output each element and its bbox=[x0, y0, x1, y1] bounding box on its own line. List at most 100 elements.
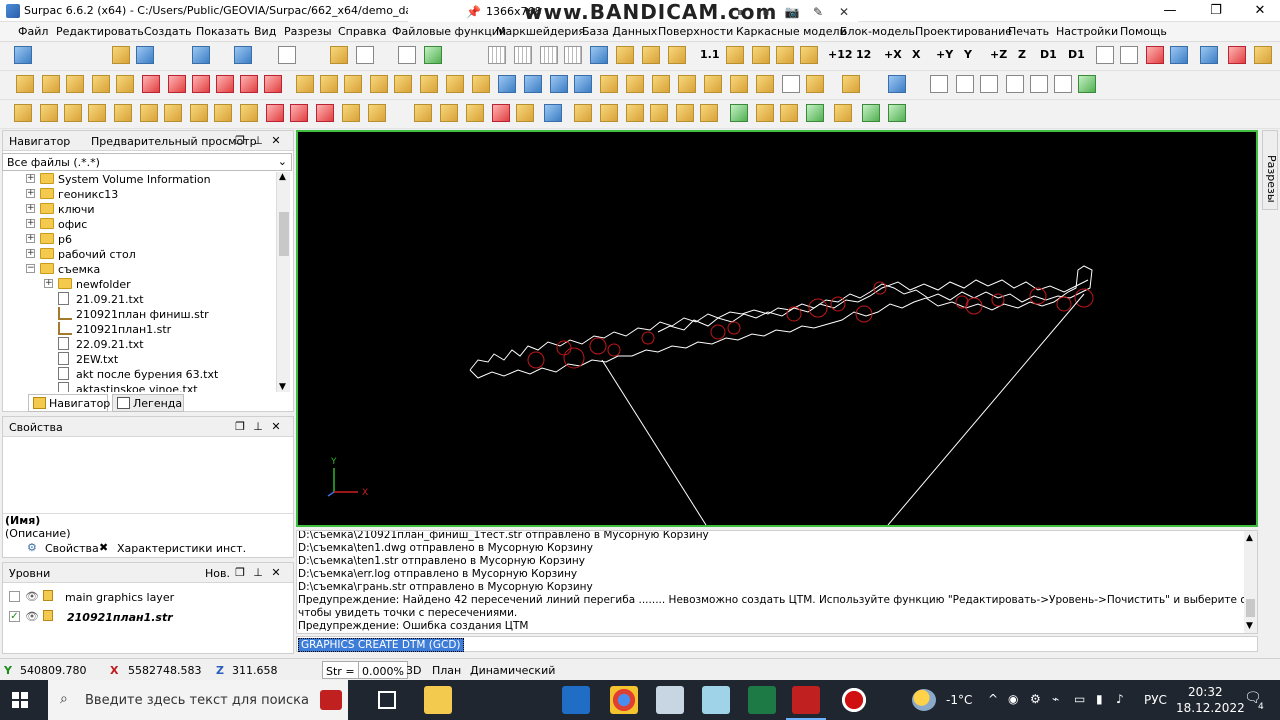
display-icon[interactable] bbox=[590, 46, 608, 64]
table-icon-4[interactable] bbox=[574, 75, 592, 93]
level-checkbox-checked[interactable]: ✓ bbox=[9, 611, 20, 622]
solid-delete-icon-3[interactable] bbox=[316, 104, 334, 122]
tree-item[interactable]: 2EW.txt bbox=[4, 352, 276, 367]
file-filter-select[interactable]: Все файлы (.*.*) ⌄ bbox=[2, 153, 292, 171]
tree-item[interactable]: 21.09.21.txt bbox=[4, 292, 276, 307]
expand-icon[interactable]: + bbox=[26, 174, 35, 183]
point-icon-1[interactable] bbox=[776, 46, 794, 64]
delete-icon-6[interactable] bbox=[264, 75, 282, 93]
graphics-viewport[interactable]: Y X bbox=[296, 130, 1258, 527]
block-tool-icon-8[interactable] bbox=[806, 104, 824, 122]
navigator-title[interactable]: Навигатор bbox=[9, 135, 70, 148]
point-icon-2[interactable] bbox=[800, 46, 818, 64]
circle-point-icon[interactable] bbox=[842, 75, 860, 93]
tray-icon-1[interactable]: ◉ bbox=[1008, 692, 1018, 706]
delete-icon-1[interactable] bbox=[142, 75, 160, 93]
scroll-down-icon[interactable]: ▼ bbox=[279, 382, 286, 392]
segment-icon-5[interactable] bbox=[730, 75, 748, 93]
abc-label-icon-2[interactable] bbox=[446, 75, 464, 93]
volume-icon[interactable]: ♪ bbox=[1116, 692, 1124, 706]
add-segment-icon[interactable] bbox=[806, 75, 824, 93]
solid-tool-icon-16[interactable] bbox=[492, 104, 510, 122]
expand-icon[interactable]: + bbox=[26, 249, 35, 258]
plan-view-toggle[interactable]: План bbox=[432, 661, 461, 679]
solid-tool-icon-9[interactable] bbox=[214, 104, 232, 122]
tray-icon-3[interactable]: ⌁ bbox=[1052, 692, 1059, 706]
menu-solids[interactable]: Каркасные модели bbox=[736, 25, 847, 38]
menu-help-ref[interactable]: Справка bbox=[338, 25, 386, 38]
toolbar-label-za[interactable]: +Z bbox=[990, 48, 1007, 61]
tray-icon-2[interactable]: ⚙ bbox=[1030, 692, 1041, 706]
pen-tool-icon[interactable] bbox=[782, 75, 800, 93]
line-icon-2[interactable] bbox=[1120, 46, 1138, 64]
close-panel-icon[interactable]: ✕ bbox=[269, 420, 283, 433]
line-tool-icon-3[interactable] bbox=[980, 75, 998, 93]
line-tool-icon-6[interactable] bbox=[1054, 75, 1072, 93]
edit-point-icon-4[interactable] bbox=[394, 75, 412, 93]
float-icon[interactable]: ❐ bbox=[233, 420, 247, 433]
table-icon-3[interactable] bbox=[550, 75, 568, 93]
solid-tool-icon-1[interactable] bbox=[14, 104, 32, 122]
recorder-close-icon[interactable]: ✕ bbox=[836, 4, 852, 20]
segment-icon-2[interactable] bbox=[652, 75, 670, 93]
close-panel-icon[interactable]: ✕ bbox=[269, 134, 283, 147]
color-icon[interactable] bbox=[1228, 46, 1246, 64]
tab-properties[interactable]: Свойства bbox=[45, 542, 99, 555]
pin-icon[interactable]: 📌 bbox=[466, 5, 481, 19]
eye-icon[interactable]: 👁 bbox=[25, 590, 39, 603]
chevron-up-icon[interactable]: ^ bbox=[988, 692, 998, 706]
string-icon-1[interactable] bbox=[616, 46, 634, 64]
pin-panel-icon[interactable]: ⊥ bbox=[251, 134, 265, 147]
undo-icon[interactable] bbox=[600, 75, 618, 93]
line-tool-icon-5[interactable] bbox=[1030, 75, 1048, 93]
tab-legend[interactable]: Легенда bbox=[112, 394, 184, 412]
lock-icon[interactable] bbox=[43, 590, 53, 601]
toolbar-label-d1a[interactable]: D1 bbox=[1040, 48, 1057, 61]
expand-icon[interactable]: + bbox=[26, 234, 35, 243]
taskbar-search[interactable]: ⌕ Введите здесь текст для поиска bbox=[48, 680, 348, 720]
add-point-icon[interactable] bbox=[344, 75, 362, 93]
block-tool-icon-4[interactable] bbox=[700, 104, 718, 122]
menu-print[interactable]: Печать bbox=[1008, 25, 1049, 38]
maximize-button[interactable]: ❐ bbox=[1196, 0, 1236, 22]
scroll-down-icon[interactable]: ▼ bbox=[1246, 621, 1253, 631]
grid-icon[interactable] bbox=[488, 46, 506, 64]
delete-icon-2[interactable] bbox=[168, 75, 186, 93]
menu-block-model[interactable]: Блок-модель bbox=[840, 25, 915, 38]
tray-icon-4[interactable]: ▭ bbox=[1074, 692, 1085, 706]
menu-file-functions[interactable]: Файловые функции bbox=[392, 25, 506, 38]
segment-icon-6[interactable] bbox=[756, 75, 774, 93]
preview-tab[interactable]: Предварительный просмотр bbox=[91, 135, 257, 148]
dynamic-mode[interactable]: Динамический bbox=[470, 661, 555, 679]
open-file-icon[interactable] bbox=[14, 46, 32, 64]
menu-sections[interactable]: Разрезы bbox=[284, 25, 332, 38]
line-icon-1[interactable] bbox=[1096, 46, 1114, 64]
solid-tool-icon-11[interactable] bbox=[342, 104, 360, 122]
table-icon-2[interactable] bbox=[524, 75, 542, 93]
edit-string-icon-2[interactable] bbox=[42, 75, 60, 93]
log-scrollbar[interactable]: ▲ ▼ bbox=[1244, 531, 1257, 633]
grid-2-icon[interactable] bbox=[514, 46, 532, 64]
table-icon-1[interactable] bbox=[498, 75, 516, 93]
pencil-icon[interactable] bbox=[278, 46, 296, 64]
scroll-thumb[interactable] bbox=[279, 212, 289, 256]
bandicam-icon[interactable] bbox=[840, 686, 868, 714]
solid-tool-icon-18[interactable] bbox=[574, 104, 592, 122]
line-tool-icon-4[interactable] bbox=[1006, 75, 1024, 93]
pause-icon[interactable]: ⏸ bbox=[732, 4, 748, 20]
toolbar-label-zb[interactable]: Z bbox=[1018, 48, 1026, 61]
tree-item[interactable]: aktastinskoe vinoe.txt bbox=[4, 382, 276, 392]
command-line[interactable]: GRAPHICS CREATE DTM (GCD) bbox=[296, 636, 1258, 652]
block-tool-icon-10[interactable] bbox=[862, 104, 880, 122]
segment-icon-4[interactable] bbox=[704, 75, 722, 93]
block-tool-icon-11[interactable] bbox=[888, 104, 906, 122]
tree-item[interactable]: + геоникс13 bbox=[4, 187, 276, 202]
protractor-icon[interactable] bbox=[330, 46, 348, 64]
view-3d-toggle[interactable]: 3D bbox=[406, 661, 421, 679]
tree-item[interactable]: + рабочий стол bbox=[4, 247, 276, 262]
menu-file[interactable]: Файл bbox=[18, 25, 48, 38]
scroll-up-icon[interactable]: ▲ bbox=[1246, 533, 1253, 543]
solid-tool-icon-15[interactable] bbox=[466, 104, 484, 122]
delete-icon-5[interactable] bbox=[240, 75, 258, 93]
delete-icon-4[interactable] bbox=[216, 75, 234, 93]
